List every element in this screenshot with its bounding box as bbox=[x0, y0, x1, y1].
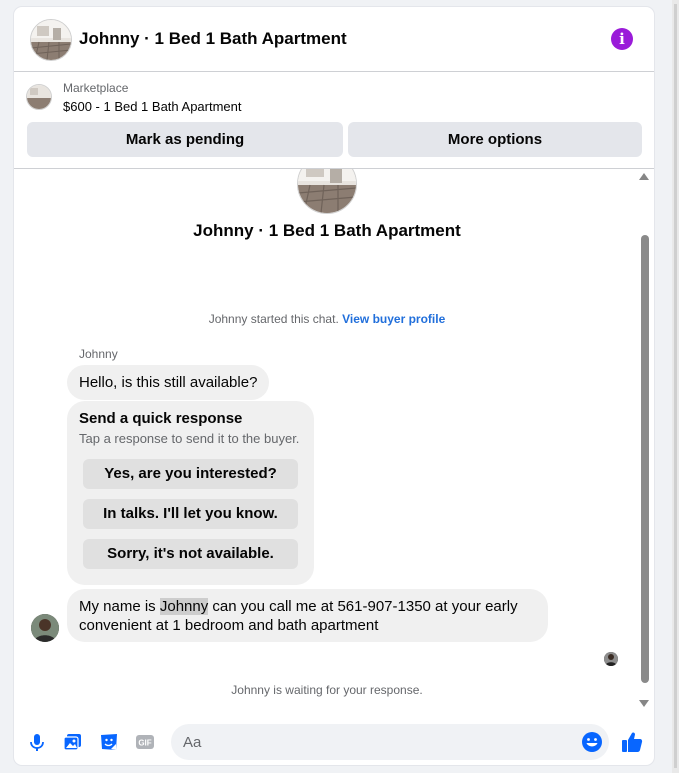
info-icon[interactable]: i bbox=[611, 28, 633, 50]
scrollbar-thumb[interactable] bbox=[641, 235, 649, 683]
chat-header: Johnny · 1 Bed 1 Bath Apartment i bbox=[14, 7, 654, 72]
highlighted-name: Johnny bbox=[159, 597, 209, 615]
chat-panel: Johnny · 1 Bed 1 Bath Apartment i Market… bbox=[14, 7, 654, 765]
listing-title[interactable]: $600 - 1 Bed 1 Bath Apartment bbox=[63, 99, 242, 114]
scroll-down-arrow-icon[interactable] bbox=[639, 700, 649, 707]
more-options-button[interactable]: More options bbox=[348, 122, 642, 157]
chat-started-notice: Johnny started this chat. View buyer pro… bbox=[14, 312, 640, 326]
message-composer: GIF bbox=[14, 715, 654, 765]
sticker-icon[interactable] bbox=[98, 731, 120, 753]
sender-name: Johnny bbox=[79, 347, 118, 361]
photo-icon[interactable] bbox=[62, 731, 84, 753]
mark-as-pending-button[interactable]: Mark as pending bbox=[27, 122, 343, 157]
quick-response-interested-button[interactable]: Yes, are you interested? bbox=[83, 459, 298, 489]
sender-avatar[interactable] bbox=[31, 614, 59, 642]
quick-response-not-available-button[interactable]: Sorry, it's not available. bbox=[83, 539, 298, 569]
emoji-icon[interactable] bbox=[581, 731, 603, 753]
message-bubble: Hello, is this still available? bbox=[67, 365, 270, 400]
svg-text:GIF: GIF bbox=[138, 739, 151, 748]
page-scrollbar-thumb[interactable] bbox=[674, 4, 677, 768]
listing-bar: Marketplace $600 - 1 Bed 1 Bath Apartmen… bbox=[14, 72, 654, 169]
message-text: My name is Johnny can you call me at 561… bbox=[79, 597, 518, 634]
quick-response-card: Send a quick response Tap a response to … bbox=[67, 401, 314, 585]
microphone-icon[interactable] bbox=[26, 731, 48, 753]
chat-started-text: Johnny started this chat. bbox=[208, 312, 339, 326]
message-thread: Johnny · 1 Bed 1 Bath Apartment Johnny s… bbox=[14, 169, 654, 715]
listing-avatar[interactable] bbox=[30, 19, 72, 61]
waiting-notice: Johnny is waiting for your response. bbox=[231, 683, 423, 697]
thread-listing-avatar bbox=[297, 169, 357, 214]
thread-title: Johnny · 1 Bed 1 Bath Apartment bbox=[193, 221, 461, 240]
marketplace-label: Marketplace bbox=[63, 81, 129, 95]
view-buyer-profile-link[interactable]: View buyer profile bbox=[342, 312, 445, 326]
quick-response-subtitle: Tap a response to send it to the buyer. bbox=[79, 431, 300, 446]
gif-icon[interactable]: GIF bbox=[134, 731, 156, 753]
quick-response-title: Send a quick response bbox=[79, 410, 243, 427]
thumbs-up-icon[interactable] bbox=[620, 730, 644, 754]
chat-title: Johnny · 1 Bed 1 Bath Apartment bbox=[79, 29, 347, 48]
message-input[interactable] bbox=[171, 724, 609, 760]
listing-thumbnail[interactable] bbox=[26, 84, 52, 110]
quick-response-in-talks-button[interactable]: In talks. I'll let you know. bbox=[83, 499, 298, 529]
seen-receipt-avatar bbox=[604, 652, 618, 666]
scroll-up-arrow-icon[interactable] bbox=[639, 173, 649, 180]
message-bubble: My name is Johnny can you call me at 561… bbox=[67, 589, 548, 642]
